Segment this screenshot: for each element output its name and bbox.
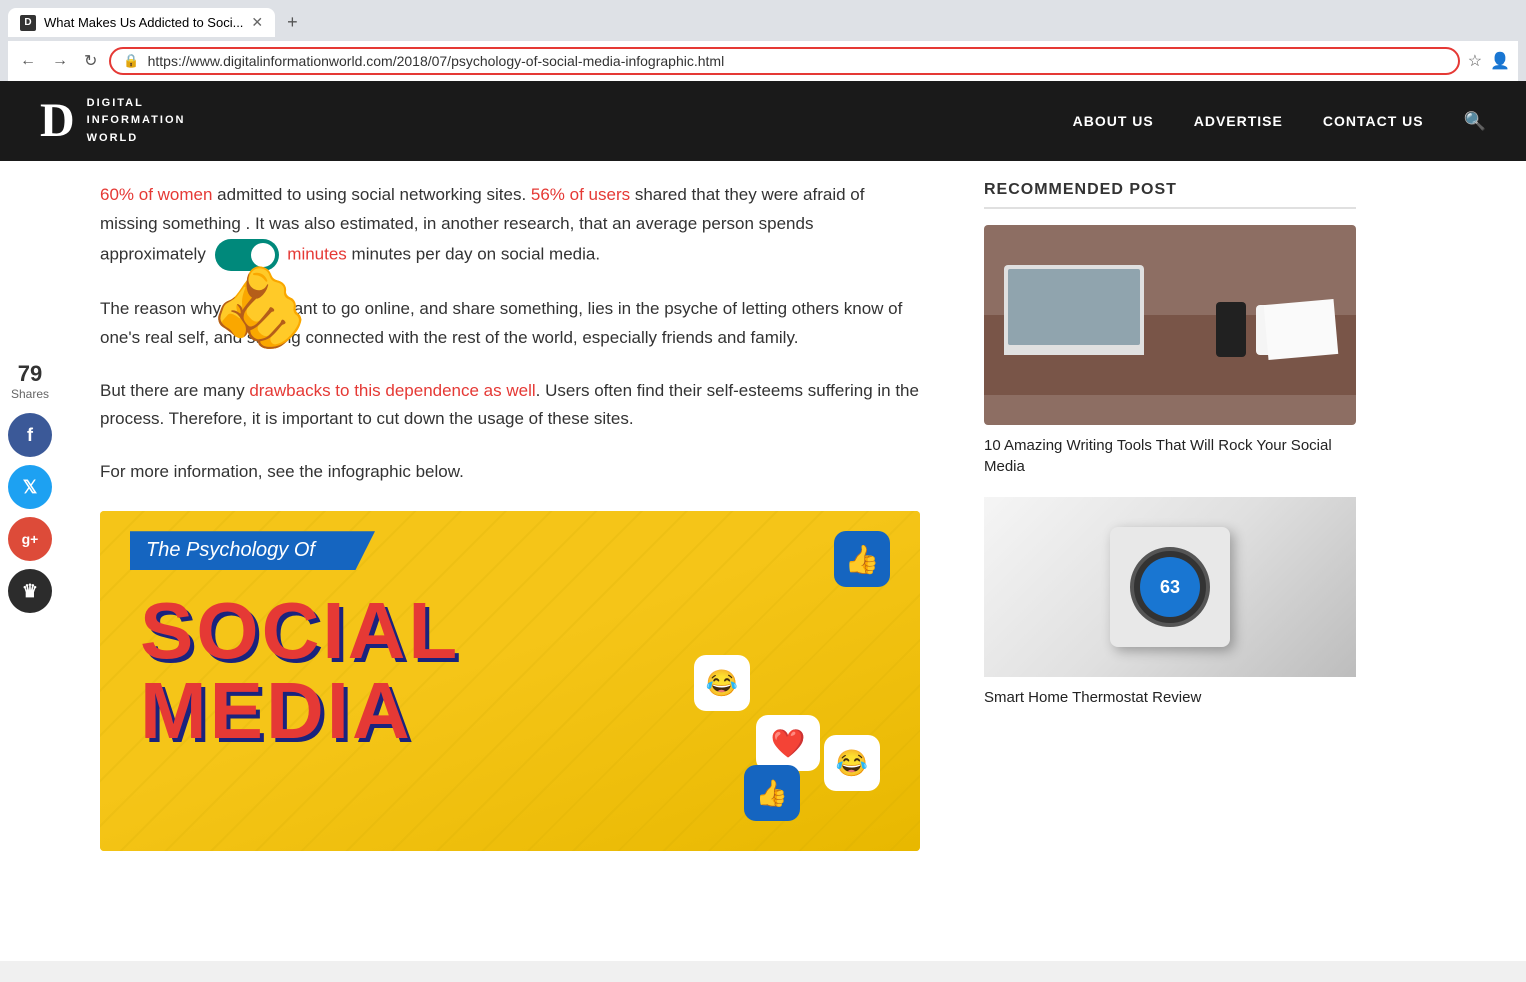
rec-card-1[interactable]: 10 Amazing Writing Tools That Will Rock …	[984, 225, 1356, 477]
paragraph-1: 60% of women admitted to using social ne…	[100, 181, 920, 271]
shares-label: Shares	[11, 387, 49, 401]
highlight-women: 60% of women	[100, 185, 212, 204]
lock-icon: 🔒	[123, 53, 139, 69]
paragraph-3: But there are many drawbacks to this dep…	[100, 377, 920, 435]
logo-text: DIGITAL INFORMATION WORLD	[87, 95, 186, 148]
highlight-users: 56% of users	[531, 185, 630, 204]
like-bubble-icon: 👍	[834, 531, 890, 587]
nav-advertise[interactable]: ADVERTISE	[1194, 113, 1283, 129]
thermostat-image: 63	[984, 497, 1356, 677]
heart-bubble-icon: ❤️	[756, 715, 820, 771]
minutes-link[interactable]: minutes	[283, 244, 347, 263]
address-bar-container: 🔒	[109, 47, 1459, 75]
back-button[interactable]: ←	[16, 48, 40, 74]
main-content: 60% of women admitted to using social ne…	[60, 161, 960, 961]
infographic-image: The Psychology Of SOCIAL MEDIA 👍 ❤️ 😂 😂 …	[100, 511, 920, 851]
paragraph-2: The reason why people want to go online,…	[100, 295, 920, 353]
emoji-laugh-icon: 😂	[694, 655, 750, 711]
emoji-face-icon: 😂	[824, 735, 880, 791]
facebook-icon: f	[27, 425, 33, 446]
thermostat-plate: 63	[1110, 527, 1230, 647]
page-body: 🫵 79 Shares f 𝕏 g+ ♛ 60% of women	[0, 161, 1526, 961]
google-icon: g+	[22, 531, 39, 547]
infographic-titles: SOCIAL MEDIA	[140, 591, 460, 751]
user-button[interactable]: 👤	[1490, 51, 1510, 71]
search-icon[interactable]: 🔍	[1464, 111, 1486, 132]
share-bubble-icon: 👍	[744, 765, 800, 821]
site-header: D DIGITAL INFORMATION WORLD ABOUT US ADV…	[0, 81, 1526, 161]
facebook-share-button[interactable]: f	[8, 413, 52, 457]
paragraph-4: For more information, see the infographi…	[100, 458, 920, 487]
rec-card-2[interactable]: 63 Smart Home Thermostat Review	[984, 497, 1356, 708]
dependence-link[interactable]: drawbacks to this dependence as well	[249, 381, 535, 400]
bookmark-button[interactable]: ☆	[1468, 51, 1482, 71]
nav-about[interactable]: ABOUT US	[1073, 113, 1154, 129]
laptop-item	[1004, 265, 1144, 355]
thermostat-device: 63	[1130, 547, 1210, 627]
refresh-button[interactable]: ↻	[80, 47, 101, 75]
laptop-screen	[1008, 269, 1140, 345]
infographic-title2: MEDIA	[140, 671, 460, 751]
crown-icon: ♛	[22, 581, 38, 602]
google-share-button[interactable]: g+	[8, 517, 52, 561]
nav-contact[interactable]: CONTACT US	[1323, 113, 1424, 129]
right-sidebar: RECOMMENDED POST 10 Amazing Writing Tool…	[960, 161, 1380, 961]
site-logo[interactable]: D DIGITAL INFORMATION WORLD	[40, 95, 185, 148]
forward-button[interactable]: →	[48, 48, 72, 74]
rec-card-2-title[interactable]: Smart Home Thermostat Review	[984, 687, 1356, 708]
twitter-icon: 𝕏	[23, 477, 38, 498]
infographic-banner: The Psychology Of	[130, 531, 375, 570]
new-tab-button[interactable]: +	[279, 8, 306, 37]
rec-card-1-title[interactable]: 10 Amazing Writing Tools That Will Rock …	[984, 435, 1356, 477]
shares-count: 79 Shares	[11, 361, 49, 401]
browser-chrome: D What Makes Us Addicted to Soci... ✕ + …	[0, 0, 1526, 81]
address-bar-input[interactable]	[148, 53, 1446, 69]
active-tab[interactable]: D What Makes Us Addicted to Soci... ✕	[8, 8, 275, 37]
toggle-switch[interactable]	[215, 239, 279, 271]
thermostat-screen: 63	[1140, 557, 1200, 617]
social-sidebar: 79 Shares f 𝕏 g+ ♛	[0, 161, 60, 961]
browser-window: D What Makes Us Addicted to Soci... ✕ + …	[0, 0, 1526, 961]
shares-number: 79	[11, 361, 49, 387]
crown-share-button[interactable]: ♛	[8, 569, 52, 613]
tab-bar: D What Makes Us Addicted to Soci... ✕ +	[8, 8, 1518, 37]
tab-title: What Makes Us Addicted to Soci...	[44, 15, 243, 30]
desk-scene-image	[984, 225, 1356, 425]
infographic-content: The Psychology Of SOCIAL MEDIA	[140, 541, 460, 751]
notebook-item	[1264, 299, 1339, 360]
infographic-title1: SOCIAL	[140, 591, 460, 671]
phone-item	[1216, 302, 1246, 357]
twitter-share-button[interactable]: 𝕏	[8, 465, 52, 509]
recommended-post-title: RECOMMENDED POST	[984, 181, 1356, 209]
tab-favicon: D	[20, 15, 36, 31]
site-nav: ABOUT US ADVERTISE CONTACT US 🔍	[1073, 111, 1486, 132]
address-bar-row: ← → ↻ 🔒 ☆ 👤	[8, 41, 1518, 81]
toggle-dot	[251, 243, 275, 267]
logo-letter: D	[40, 97, 75, 145]
tab-close-button[interactable]: ✕	[251, 14, 263, 31]
